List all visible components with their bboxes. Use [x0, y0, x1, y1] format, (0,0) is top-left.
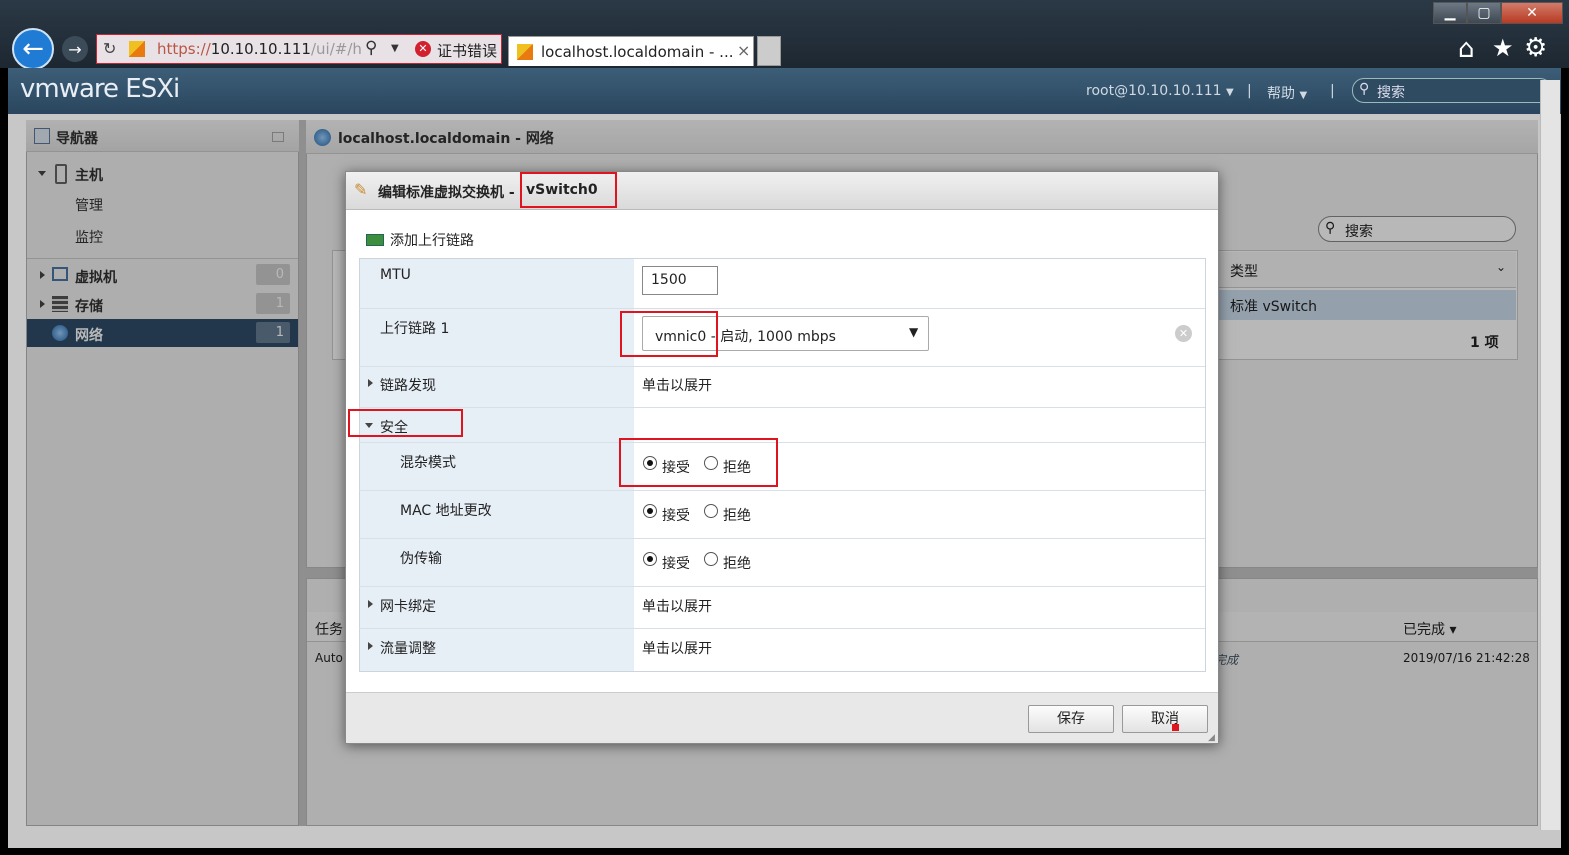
- mtu-input[interactable]: 1500: [642, 266, 718, 295]
- address-bar[interactable]: ↻ https://10.10.10.111/ui/#/h ⚲ ▼ ✕ 证书错误: [96, 34, 502, 64]
- highlight-box: [520, 172, 617, 208]
- forged-accept-radio[interactable]: [643, 552, 657, 566]
- row-forged: [359, 539, 1205, 587]
- traffic-shaping-label[interactable]: 流量调整: [380, 638, 436, 658]
- promisc-label: 混杂模式: [400, 455, 456, 471]
- forged-reject-radio[interactable]: [704, 552, 718, 566]
- esxi-header: [8, 68, 1561, 114]
- help-label: 帮助: [1267, 86, 1295, 102]
- home-icon[interactable]: ⌂: [1458, 34, 1475, 64]
- row-nic-teaming[interactable]: [359, 587, 1205, 629]
- dialog-header: ✎ 编辑标准虚拟交换机 - vSwitch0: [346, 172, 1218, 210]
- forged-reject-label[interactable]: 拒绝: [723, 553, 751, 573]
- browser-tab[interactable]: localhost.localdomain - ... ×: [508, 36, 754, 66]
- tab-favicon-icon: [517, 44, 533, 60]
- highlight-box: [619, 438, 778, 487]
- cancel-button[interactable]: 取消: [1122, 705, 1208, 733]
- mac-reject-label[interactable]: 拒绝: [723, 505, 751, 525]
- new-tab-button[interactable]: [757, 36, 781, 66]
- search-placeholder: 搜索: [1377, 85, 1405, 101]
- gear-icon[interactable]: ⚙: [1524, 33, 1547, 63]
- row-security[interactable]: [359, 408, 1205, 443]
- header-divider: |: [1247, 83, 1252, 99]
- expand-icon[interactable]: [368, 600, 373, 608]
- cert-error-label[interactable]: 证书错误: [437, 40, 497, 61]
- mac-change-label: MAC 地址更改: [400, 503, 492, 519]
- row-mtu: [359, 259, 1205, 309]
- pencil-icon: ✎: [354, 180, 368, 199]
- help-menu[interactable]: 帮助 ▼: [1267, 83, 1307, 103]
- traffic-shaping-hint[interactable]: 单击以展开: [642, 638, 712, 658]
- nic-icon: [366, 234, 384, 246]
- uplink-label: 上行链路 1: [380, 321, 450, 337]
- user-menu[interactable]: root@10.10.10.111 ▼: [1086, 83, 1234, 99]
- add-uplink-label: 添加上行链路: [390, 233, 474, 249]
- cursor-marker: [1172, 724, 1179, 731]
- search-icon[interactable]: ⚲: [365, 38, 377, 58]
- dropdown-arrow-icon: ▼: [909, 325, 919, 339]
- nic-teaming-hint[interactable]: 单击以展开: [642, 596, 712, 616]
- chevron-down-icon: ▼: [1226, 87, 1234, 98]
- row-link-discovery[interactable]: [359, 367, 1205, 408]
- header-divider: |: [1330, 83, 1335, 99]
- page-scrollbar[interactable]: [1540, 80, 1560, 830]
- nic-teaming-label[interactable]: 网卡绑定: [380, 596, 436, 616]
- arrow-right-icon: →: [68, 39, 82, 59]
- row-promisc: [359, 443, 1205, 491]
- user-label: root@10.10.10.111: [1086, 83, 1222, 99]
- save-button[interactable]: 保存: [1028, 705, 1114, 733]
- link-discovery-label[interactable]: 链路发现: [380, 375, 436, 395]
- site-icon: [129, 41, 145, 57]
- address-path: /ui/#/h: [310, 40, 362, 58]
- expand-icon[interactable]: [368, 642, 373, 650]
- forged-accept-label[interactable]: 接受: [662, 553, 690, 573]
- mac-accept-label[interactable]: 接受: [662, 505, 690, 525]
- address-scheme: https://: [157, 40, 211, 58]
- expand-icon[interactable]: [368, 379, 373, 387]
- highlight-box: [620, 311, 718, 357]
- cert-error-icon: ✕: [415, 41, 431, 57]
- search-icon: ⚲: [1359, 81, 1370, 97]
- vmware-logo: vmware ESXi: [20, 74, 180, 104]
- address-host: 10.10.10.111: [210, 40, 311, 58]
- mac-accept-radio[interactable]: [643, 504, 657, 518]
- remove-uplink-icon[interactable]: ✕: [1175, 325, 1192, 342]
- header-search-input[interactable]: ⚲ 搜索: [1352, 78, 1552, 103]
- link-discovery-hint[interactable]: 单击以展开: [642, 375, 712, 395]
- dropdown-arrow-icon[interactable]: ▼: [391, 43, 399, 54]
- star-icon[interactable]: ★: [1492, 34, 1514, 62]
- row-traffic-shaping[interactable]: [359, 629, 1205, 671]
- maximize-button[interactable]: ▢: [1467, 2, 1501, 24]
- forward-button[interactable]: →: [62, 36, 88, 62]
- resize-handle-icon[interactable]: ◢: [1208, 733, 1215, 743]
- highlight-box: [348, 409, 463, 437]
- mtu-label: MTU: [380, 267, 411, 283]
- arrow-left-icon: ←: [22, 34, 44, 64]
- tab-title: localhost.localdomain - ...: [541, 43, 734, 61]
- close-window-button[interactable]: ✕: [1501, 2, 1563, 24]
- tab-close-button[interactable]: ×: [737, 41, 750, 60]
- back-button[interactable]: ←: [12, 28, 54, 70]
- refresh-icon[interactable]: ↻: [103, 39, 116, 58]
- forged-label: 伪传输: [400, 551, 442, 567]
- dialog-title: 编辑标准虚拟交换机 -: [378, 185, 515, 201]
- mac-reject-radio[interactable]: [704, 504, 718, 518]
- minimize-button[interactable]: ▁: [1433, 2, 1467, 24]
- chevron-down-icon: ▼: [1299, 90, 1308, 101]
